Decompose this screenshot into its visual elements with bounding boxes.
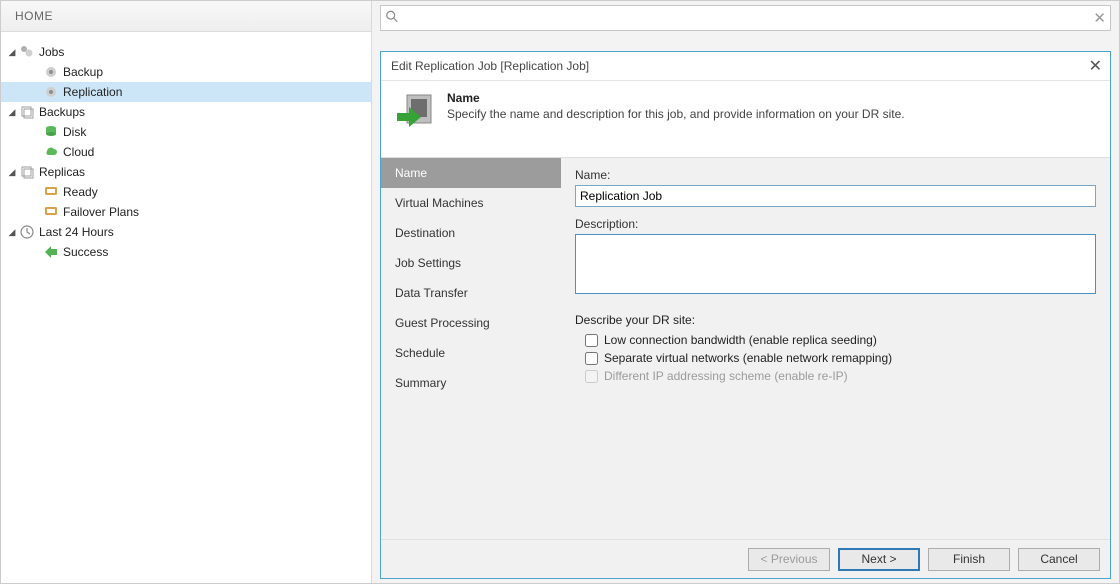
banner-desc: Specify the name and description for thi… [447, 107, 905, 121]
sidebar: HOME ◢ Jobs Backup [1, 1, 372, 583]
tree-label: Replication [63, 85, 122, 99]
edit-replication-dialog: Edit Replication Job [Replication Job] ✕… [380, 51, 1111, 579]
tree-node-cloud[interactable]: Cloud [1, 142, 371, 162]
wizard-step-summary[interactable]: Summary [381, 368, 561, 398]
dialog-titlebar: Edit Replication Job [Replication Job] ✕ [381, 52, 1110, 81]
tree-label: Failover Plans [63, 205, 139, 219]
next-button[interactable]: Next > [838, 548, 920, 571]
network-remap-checkbox-row[interactable]: Separate virtual networks (enable networ… [585, 351, 1096, 365]
dialog-footer: < Previous Next > Finish Cancel [381, 539, 1110, 578]
description-label: Description: [575, 217, 1096, 231]
name-label: Name: [575, 168, 1096, 182]
seeding-checkbox-label: Low connection bandwidth (enable replica… [604, 333, 877, 347]
reip-checkbox-row: Different IP addressing scheme (enable r… [585, 369, 1096, 383]
wizard-step-dest[interactable]: Destination [381, 218, 561, 248]
disk-icon [43, 124, 59, 140]
dr-site-label: Describe your DR site: [575, 313, 1096, 327]
expand-arrow-icon[interactable]: ◢ [7, 107, 17, 118]
wizard-step-name[interactable]: Name [381, 158, 561, 188]
tree-node-success[interactable]: Success [1, 242, 371, 262]
main-area: ✕ Edit Replication Job [Replication Job]… [372, 1, 1119, 583]
tree-label: Cloud [63, 145, 94, 159]
dialog-banner: Name Specify the name and description fo… [381, 81, 1110, 158]
replicas-icon [19, 164, 35, 180]
wizard-step-vms[interactable]: Virtual Machines [381, 188, 561, 218]
tree-label: Jobs [39, 45, 64, 59]
finish-button[interactable]: Finish [928, 548, 1010, 571]
reip-checkbox-label: Different IP addressing scheme (enable r… [604, 369, 848, 383]
backup-icon [43, 64, 59, 80]
tree-node-jobs[interactable]: ◢ Jobs [1, 42, 371, 62]
close-icon[interactable]: ✕ [1089, 56, 1102, 76]
jobs-icon [19, 44, 35, 60]
wizard-content: Name: Description: Describe your DR site… [561, 158, 1110, 539]
tree-node-backups[interactable]: ◢ Backups [1, 102, 371, 122]
wizard-step-guest[interactable]: Guest Processing [381, 308, 561, 338]
banner-title: Name [447, 91, 905, 105]
tree-label: Replicas [39, 165, 85, 179]
previous-button: < Previous [748, 548, 830, 571]
tree-node-last24[interactable]: ◢ Last 24 Hours [1, 222, 371, 242]
tree-node-backup[interactable]: Backup [1, 62, 371, 82]
seeding-checkbox-row[interactable]: Low connection bandwidth (enable replica… [585, 333, 1096, 347]
tree-node-replication[interactable]: Replication [1, 82, 371, 102]
dialog-banner-text: Name Specify the name and description fo… [447, 91, 905, 121]
cancel-button[interactable]: Cancel [1018, 548, 1100, 571]
search-icon [385, 10, 399, 27]
tree-label: Disk [63, 125, 86, 139]
failover-icon [43, 204, 59, 220]
expand-arrow-icon[interactable]: ◢ [7, 47, 17, 58]
wizard-step-data[interactable]: Data Transfer [381, 278, 561, 308]
success-icon [43, 244, 59, 260]
search-input[interactable] [403, 6, 1096, 30]
cloud-icon [43, 144, 59, 160]
wizard-steps: Name Virtual Machines Destination Job Se… [381, 158, 561, 539]
replication-icon [43, 84, 59, 100]
nav-tree: ◢ Jobs Backup Replication [1, 32, 371, 262]
ready-icon [43, 184, 59, 200]
app-window: HOME ◢ Jobs Backup [0, 0, 1120, 584]
network-remap-checkbox[interactable] [585, 352, 598, 365]
reip-checkbox [585, 370, 598, 383]
search-box[interactable]: ✕ [380, 5, 1111, 31]
clear-search-icon[interactable]: ✕ [1093, 9, 1106, 27]
wizard-step-jobset[interactable]: Job Settings [381, 248, 561, 278]
search-bar: ✕ [372, 1, 1119, 31]
sidebar-title: HOME [1, 1, 371, 32]
description-textarea[interactable] [575, 234, 1096, 294]
tree-label: Success [63, 245, 108, 259]
clock-icon [19, 224, 35, 240]
tree-node-replicas[interactable]: ◢ Replicas [1, 162, 371, 182]
tree-node-ready[interactable]: Ready [1, 182, 371, 202]
tree-label: Last 24 Hours [39, 225, 114, 239]
tree-label: Backup [63, 65, 103, 79]
backups-icon [19, 104, 35, 120]
dialog-title-text: Edit Replication Job [Replication Job] [391, 59, 589, 73]
tree-label: Backups [39, 105, 85, 119]
wizard-step-sched[interactable]: Schedule [381, 338, 561, 368]
expand-arrow-icon[interactable]: ◢ [7, 227, 17, 238]
network-remap-checkbox-label: Separate virtual networks (enable networ… [604, 351, 892, 365]
name-input[interactable] [575, 185, 1096, 207]
dialog-body: Name Virtual Machines Destination Job Se… [381, 158, 1110, 539]
tree-node-failover[interactable]: Failover Plans [1, 202, 371, 222]
seeding-checkbox[interactable] [585, 334, 598, 347]
tree-node-disk[interactable]: Disk [1, 122, 371, 142]
replication-banner-icon [395, 91, 437, 133]
tree-label: Ready [63, 185, 98, 199]
expand-arrow-icon[interactable]: ◢ [7, 167, 17, 178]
